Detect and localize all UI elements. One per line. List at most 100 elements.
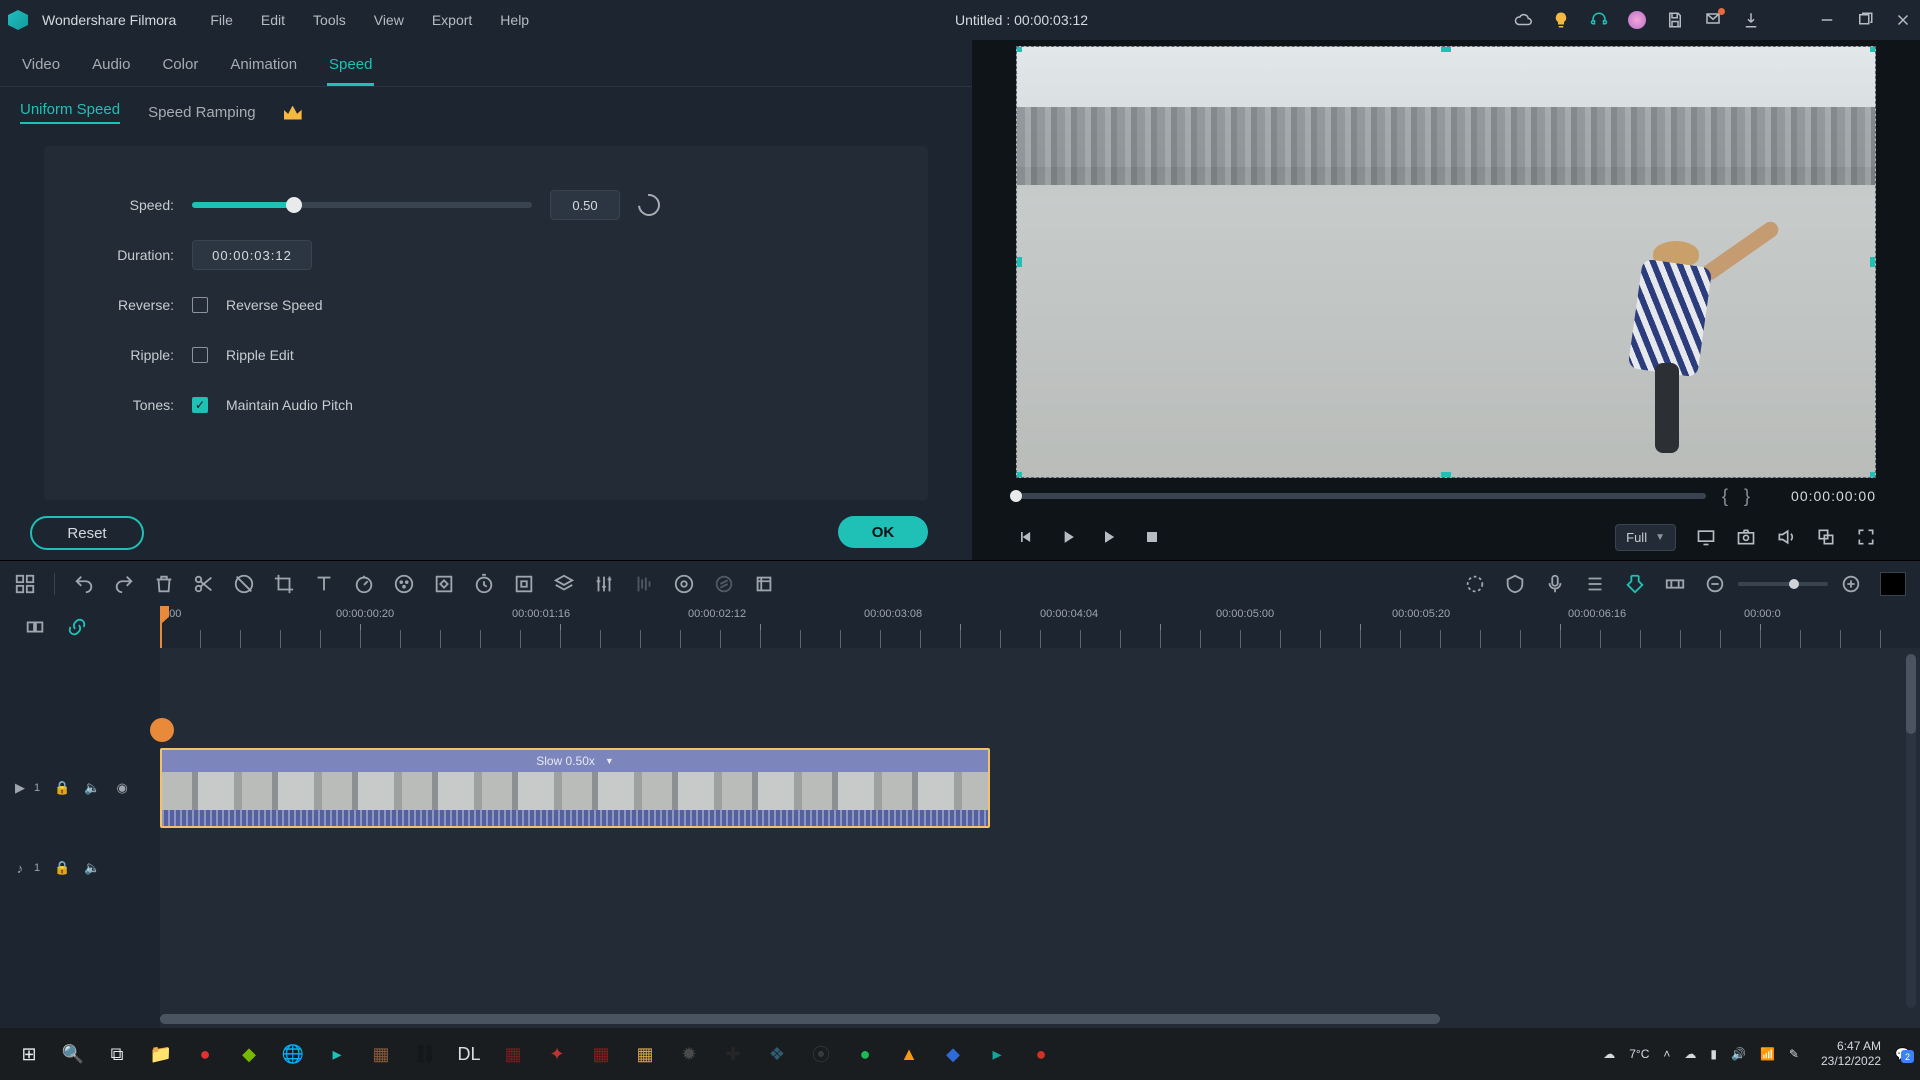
account-icon[interactable]	[1628, 11, 1646, 29]
tab-video[interactable]: Video	[20, 50, 62, 86]
download-icon[interactable]	[1742, 11, 1760, 29]
zoom-in-icon[interactable]	[1840, 573, 1862, 595]
redo-icon[interactable]	[113, 573, 135, 595]
app5-icon[interactable]: ✦	[538, 1035, 576, 1073]
app7-icon[interactable]: ▦	[626, 1035, 664, 1073]
mute-icon[interactable]: 🔈	[84, 860, 100, 876]
ripple-checkbox[interactable]	[192, 347, 208, 363]
tab-animation[interactable]: Animation	[228, 50, 299, 86]
minimize-icon[interactable]	[1818, 11, 1836, 29]
audio-adjust-icon[interactable]	[593, 573, 615, 595]
audio-track-icon[interactable]: ♪	[12, 860, 28, 876]
voiceover-icon[interactable]	[1544, 573, 1566, 595]
menu-view[interactable]: View	[374, 12, 404, 28]
lock-icon[interactable]: 🔒	[54, 780, 70, 796]
maximize-icon[interactable]	[1856, 11, 1874, 29]
menu-file[interactable]: File	[210, 12, 233, 28]
mixer-icon[interactable]	[1584, 573, 1606, 595]
tips-icon[interactable]	[1552, 11, 1570, 29]
language-icon[interactable]: ✎	[1789, 1047, 1799, 1061]
menu-tools[interactable]: Tools	[313, 12, 346, 28]
nvidia-icon[interactable]: ◆	[230, 1035, 268, 1073]
video-track-icon[interactable]: ▶	[12, 780, 28, 796]
play-fwd-icon[interactable]	[1100, 527, 1120, 547]
app3-icon[interactable]: DL	[450, 1035, 488, 1073]
track-manager-icon[interactable]	[14, 573, 36, 595]
video-clip[interactable]: Slow 0.50x▼	[160, 748, 990, 828]
link-icon[interactable]	[66, 616, 88, 638]
fit-icon[interactable]	[513, 573, 535, 595]
reset-button[interactable]: Reset	[30, 516, 144, 550]
obs-icon[interactable]: ●	[186, 1035, 224, 1073]
color-icon[interactable]	[393, 573, 415, 595]
app10-icon[interactable]: ❖	[758, 1035, 796, 1073]
tray-chevron-up-icon[interactable]: ˄	[1663, 1047, 1670, 1061]
speed-value[interactable]: 0.50	[550, 190, 620, 220]
close-icon[interactable]	[1894, 11, 1912, 29]
zoom-slider[interactable]	[1738, 582, 1828, 586]
app14-icon[interactable]: ●	[1022, 1035, 1060, 1073]
weather-temp[interactable]: 7°C	[1629, 1047, 1649, 1061]
speed-icon[interactable]	[353, 573, 375, 595]
match-cut-icon[interactable]	[24, 616, 46, 638]
crop-icon[interactable]	[273, 573, 295, 595]
resize-handle[interactable]	[1441, 46, 1451, 52]
lock-icon[interactable]: 🔒	[54, 860, 70, 876]
ok-button[interactable]: OK	[838, 516, 928, 548]
vlc-icon[interactable]: ▲	[890, 1035, 928, 1073]
duration-value[interactable]: 00:00:03:12	[192, 240, 312, 270]
menu-export[interactable]: Export	[432, 12, 472, 28]
app8-icon[interactable]: ✹	[670, 1035, 708, 1073]
speed-reset-icon[interactable]	[634, 190, 665, 221]
stop-icon[interactable]	[1142, 527, 1162, 547]
preview-quality-select[interactable]: Full▼	[1615, 524, 1676, 551]
undo-icon[interactable]	[73, 573, 95, 595]
keyframe-icon[interactable]	[433, 573, 455, 595]
cloud-icon[interactable]	[1514, 11, 1532, 29]
start-icon[interactable]: ⊞	[10, 1035, 48, 1073]
resize-handle[interactable]	[1870, 472, 1876, 478]
mute-icon[interactable]: 🔈	[84, 780, 100, 796]
search-icon[interactable]: 🔍	[54, 1035, 92, 1073]
action-center-icon[interactable]: 💬	[1895, 1047, 1910, 1061]
weather-icon[interactable]: ☁	[1603, 1047, 1615, 1061]
safe-zone-icon[interactable]	[1504, 573, 1526, 595]
tab-color[interactable]: Color	[160, 50, 200, 86]
marker-handle[interactable]	[150, 718, 174, 742]
app6-icon[interactable]: ▦	[582, 1035, 620, 1073]
timeline-v-scrollbar[interactable]	[1906, 654, 1916, 1008]
resize-handle[interactable]	[1016, 46, 1022, 52]
taskbar-clock[interactable]: 6:47 AM23/12/2022	[1821, 1039, 1881, 1069]
display-mode-icon[interactable]	[1696, 527, 1716, 547]
auto-ripple-icon[interactable]	[1664, 573, 1686, 595]
seek-track[interactable]	[1016, 493, 1706, 499]
text-icon[interactable]	[313, 573, 335, 595]
zoom-out-icon[interactable]	[1704, 573, 1726, 595]
resize-handle[interactable]	[1870, 257, 1876, 267]
prev-frame-icon[interactable]	[1016, 527, 1036, 547]
subtab-speed-ramping[interactable]: Speed Ramping	[148, 104, 256, 121]
app11-icon[interactable]: ⦿	[802, 1035, 840, 1073]
speed-slider[interactable]	[192, 202, 532, 208]
render-icon[interactable]	[753, 573, 775, 595]
resize-handle[interactable]	[1870, 46, 1876, 52]
spotify-icon[interactable]: ●	[846, 1035, 884, 1073]
resize-handle[interactable]	[1016, 472, 1022, 478]
taskview-icon[interactable]: ⧉	[98, 1035, 136, 1073]
split-icon[interactable]	[193, 573, 215, 595]
timeline-h-scrollbar[interactable]	[160, 1014, 1440, 1024]
tab-audio[interactable]: Audio	[90, 50, 132, 86]
green-screen-icon[interactable]	[553, 573, 575, 595]
snapshot-icon[interactable]	[1736, 527, 1756, 547]
wifi-icon[interactable]: 📶	[1760, 1047, 1775, 1061]
app1-icon[interactable]: ▦	[362, 1035, 400, 1073]
detach-icon[interactable]	[1816, 527, 1836, 547]
app12-icon[interactable]: ◆	[934, 1035, 972, 1073]
app2-icon[interactable]: ⛓	[406, 1035, 444, 1073]
chevron-down-icon[interactable]: ▼	[605, 756, 614, 766]
motion-tracking-icon[interactable]	[673, 573, 695, 595]
mask-icon[interactable]	[233, 573, 255, 595]
mark-out-icon[interactable]: }	[1744, 486, 1750, 507]
play-icon[interactable]	[1058, 527, 1078, 547]
delete-icon[interactable]	[153, 573, 175, 595]
